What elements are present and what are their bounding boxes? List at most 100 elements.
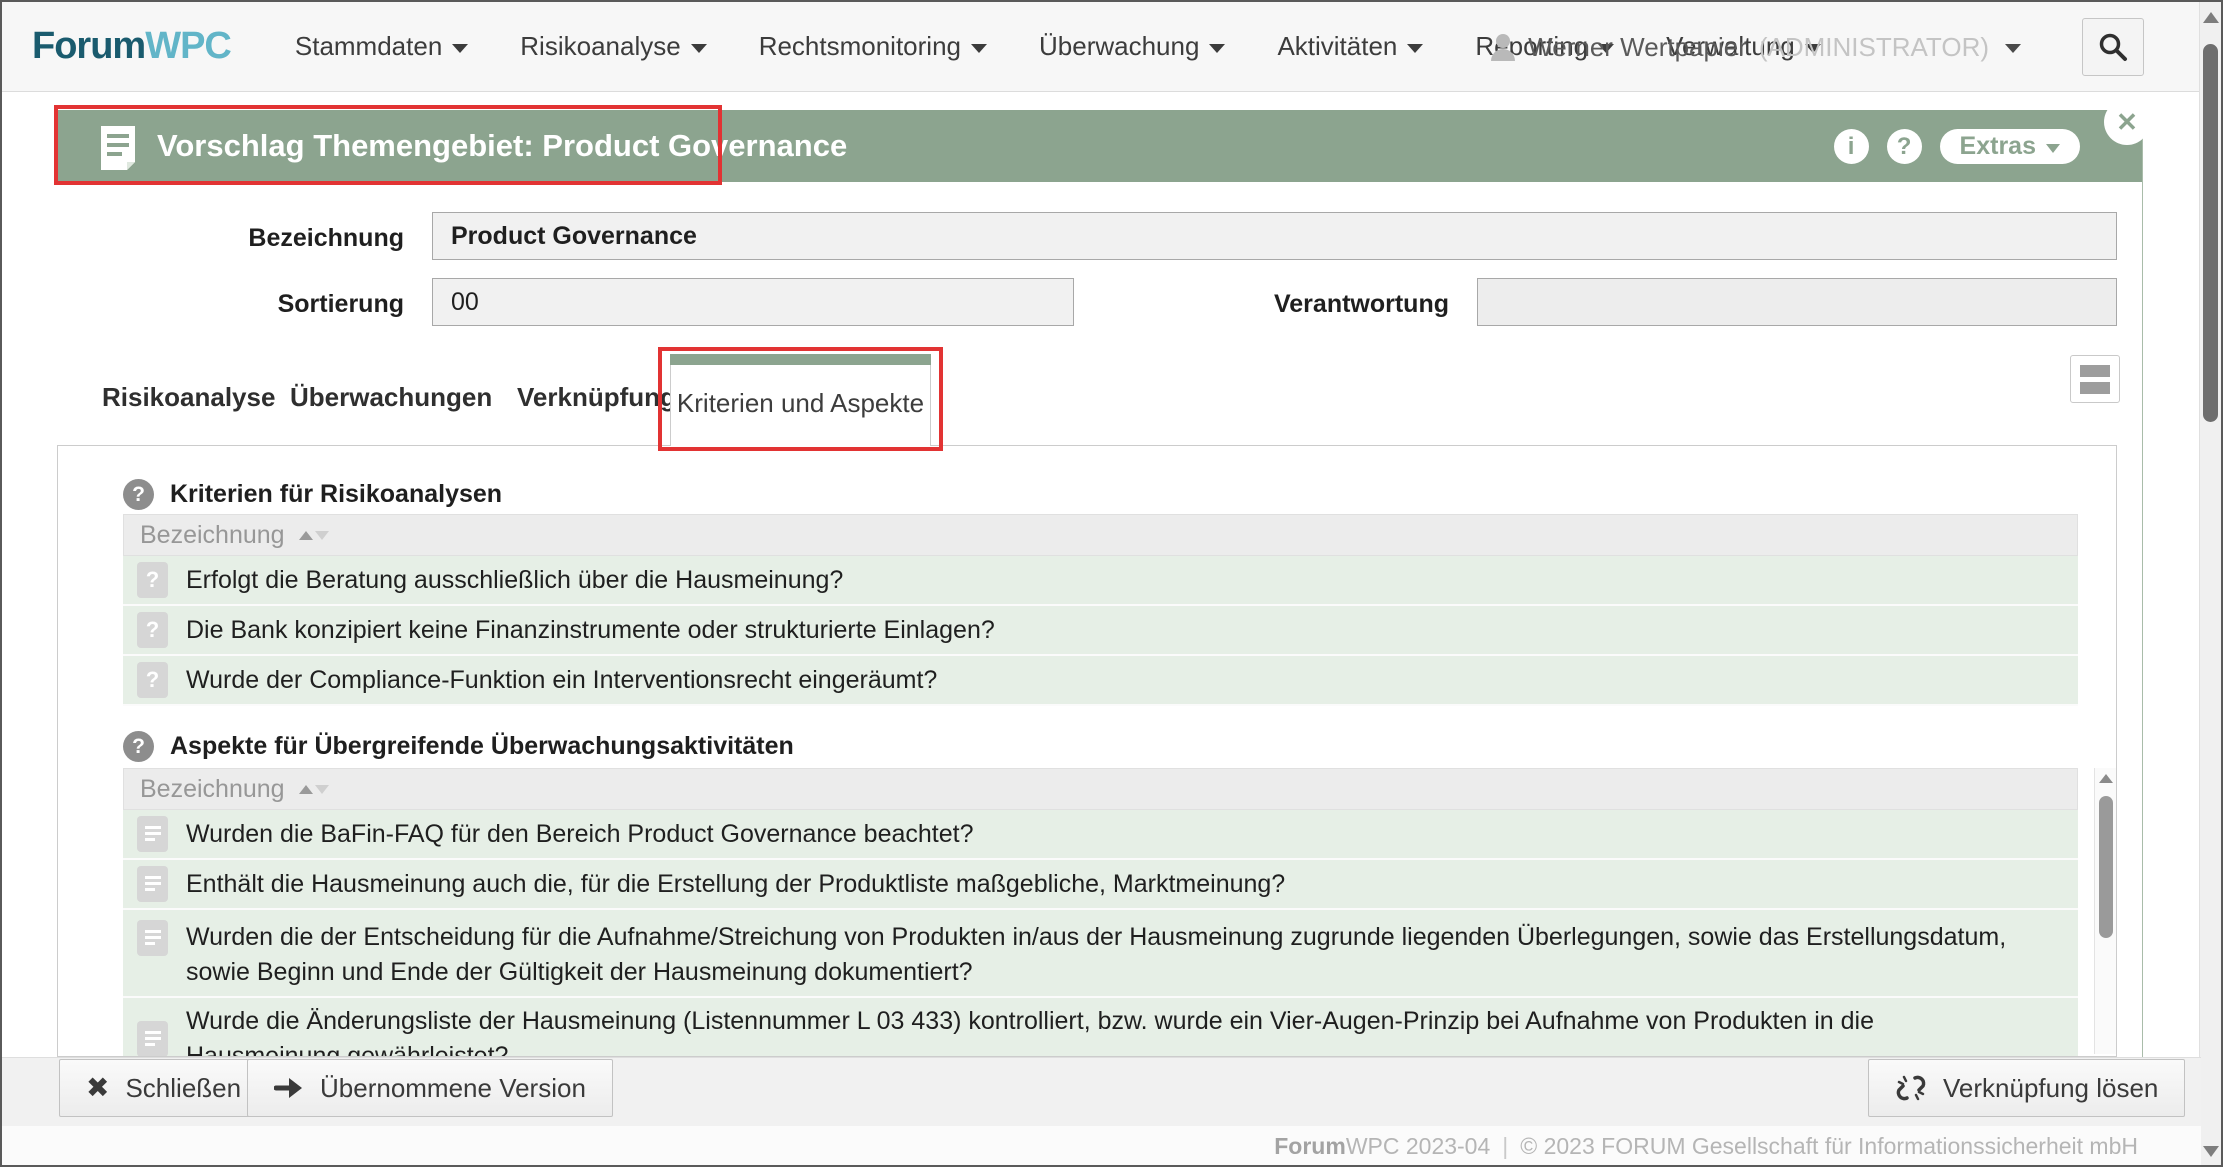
layout-toggle-button[interactable]	[2070, 355, 2120, 403]
row-label: Wurden die der Entscheidung für die Aufn…	[186, 920, 2018, 990]
question-doc-icon: ?	[137, 562, 168, 598]
menu-item-label: Stammdaten	[295, 31, 442, 62]
help-button[interactable]: ?	[1887, 129, 1922, 164]
table-row[interactable]: ? Erfolgt die Beratung ausschließlich üb…	[123, 556, 2078, 606]
chevron-down-icon	[452, 44, 468, 53]
scroll-down-icon[interactable]	[2203, 1146, 2219, 1157]
tab-ueberwachungen[interactable]: Überwachungen	[290, 382, 492, 413]
broken-link-icon	[1895, 1072, 1927, 1104]
verknuepfung-loesen-button[interactable]: Verknüpfung lösen	[1868, 1059, 2185, 1117]
document-icon	[137, 920, 168, 956]
extras-button[interactable]: Extras	[1940, 129, 2080, 164]
dialog-header-actions: i ? Extras	[1834, 129, 2080, 164]
dialog-header: Vorschlag Themengebiet: Product Governan…	[57, 110, 2142, 182]
chevron-down-icon	[691, 44, 707, 53]
uebernommene-version-label: Übernommene Version	[320, 1073, 586, 1104]
chevron-down-icon	[2046, 144, 2060, 153]
dialog-title: Vorschlag Themengebiet: Product Governan…	[157, 128, 847, 164]
row-label: Wurde der Compliance-Funktion ein Interv…	[186, 663, 937, 698]
table-row[interactable]: Wurden die der Entscheidung für die Aufn…	[123, 910, 2078, 998]
menu-item-risikoanalyse[interactable]: Risikoanalyse	[520, 31, 706, 62]
menu-item-label: Überwachung	[1039, 31, 1199, 62]
table-row[interactable]: ? Wurde der Compliance-Funktion ein Inte…	[123, 656, 2078, 706]
table-row[interactable]: Wurden die BaFin-FAQ für den Bereich Pro…	[123, 810, 2078, 860]
chevron-down-icon	[1407, 44, 1423, 53]
info-button[interactable]: i	[1834, 129, 1869, 164]
table-row[interactable]: Wurde die Änderungsliste der Hausmeinung…	[123, 998, 2078, 1057]
dialog-close-button[interactable]: ✕	[2104, 99, 2150, 145]
table-row[interactable]: ? Die Bank konzipiert keine Finanzinstru…	[123, 606, 2078, 656]
sort-icon[interactable]	[299, 785, 329, 794]
chevron-down-icon	[971, 44, 987, 53]
info-icon: i	[1848, 135, 1855, 159]
menu-item-stammdaten[interactable]: Stammdaten	[295, 31, 468, 62]
help-icon[interactable]: ?	[123, 731, 154, 762]
row-label: Wurden die BaFin-FAQ für den Bereich Pro…	[186, 817, 973, 852]
row-label: Erfolgt die Beratung ausschließlich über…	[186, 563, 843, 598]
tab-kriterien-und-aspekte[interactable]: Kriterien und Aspekte	[670, 354, 931, 446]
help-icon[interactable]: ?	[123, 479, 154, 510]
menu-item-rechtsmonitoring[interactable]: Rechtsmonitoring	[759, 31, 987, 62]
footer-text: ForumWPC 2023-04 | © 2023 FORUM Gesellscha…	[1274, 1133, 2138, 1160]
verantwortung-field[interactable]	[1477, 278, 2117, 326]
kriterien-table: Bezeichnung ? Erfolgt die Beratung aussc…	[123, 514, 2078, 706]
menu-item-ueberwachung[interactable]: Überwachung	[1039, 31, 1225, 62]
window-scrollbar[interactable]	[2199, 2, 2221, 1165]
sort-icon[interactable]	[299, 531, 329, 540]
user-name: Werner Wertpapier	[1528, 32, 1747, 63]
footer-product-version: WPC 2023-04	[1346, 1133, 1490, 1159]
bezeichnung-field[interactable]: Product Governance	[432, 212, 2117, 260]
menu-item-aktivitaeten[interactable]: Aktivitäten	[1277, 31, 1423, 62]
row-label: Die Bank konzipiert keine Finanzinstrume…	[186, 613, 995, 648]
section-kriterien-header: ? Kriterien für Risikoanalysen	[123, 479, 502, 510]
app-window: ForumWPC Stammdaten Risikoanalyse Rechts…	[0, 0, 2223, 1167]
footer-copyright: © 2023 FORUM Gesellschaft für Informatio…	[1520, 1133, 2138, 1159]
footer-separator: |	[1502, 1133, 1508, 1159]
active-tab-label: Kriterien und Aspekte	[677, 388, 924, 419]
row-label: Enthält die Hausmeinung auch die, für di…	[186, 867, 1285, 902]
table-header[interactable]: Bezeichnung	[123, 768, 2078, 810]
scrollbar-thumb[interactable]	[2099, 796, 2113, 938]
verknuepfung-loesen-label: Verknüpfung lösen	[1943, 1073, 2158, 1104]
aspekte-list-scrollbar[interactable]	[2094, 768, 2116, 1054]
extras-label: Extras	[1960, 132, 2036, 161]
bezeichnung-label: Bezeichnung	[152, 224, 404, 253]
aspekte-table: Bezeichnung Wurden die BaFin-FAQ für den…	[123, 768, 2078, 1057]
schliessen-button[interactable]: ✖ Schließen	[59, 1059, 268, 1117]
schliessen-label: Schließen	[125, 1073, 241, 1104]
logo-part-forum: Forum	[32, 25, 145, 67]
column-header-bezeichnung: Bezeichnung	[140, 775, 285, 804]
menu-item-label: Rechtsmonitoring	[759, 31, 961, 62]
uebernommene-version-button[interactable]: Übernommene Version	[247, 1059, 613, 1117]
chevron-down-icon	[1209, 44, 1225, 53]
app-logo[interactable]: ForumWPC	[32, 25, 231, 68]
help-icon: ?	[1897, 135, 1912, 159]
question-doc-icon: ?	[137, 612, 168, 648]
logo-part-wpc: WPC	[145, 25, 231, 67]
tab-risikoanalyse[interactable]: Risikoanalyse	[102, 382, 275, 413]
search-button[interactable]	[2082, 18, 2144, 76]
chevron-down-icon	[2005, 44, 2021, 53]
document-icon	[137, 866, 168, 902]
section-title: Kriterien für Risikoanalysen	[170, 480, 502, 509]
user-menu[interactable]: Werner Wertpapier (ADMINISTRATOR)	[1490, 2, 2021, 92]
footer-product-name: Forum	[1274, 1133, 1346, 1159]
menu-item-label: Aktivitäten	[1277, 31, 1397, 62]
arrow-right-icon	[274, 1075, 304, 1101]
table-header[interactable]: Bezeichnung	[123, 514, 2078, 556]
table-row[interactable]: Enthält die Hausmeinung auch die, für di…	[123, 860, 2078, 910]
row-label: Wurde die Änderungsliste der Hausmeinung…	[186, 1004, 2018, 1057]
sortierung-field[interactable]: 00	[432, 278, 1074, 326]
verantwortung-label: Verantwortung	[1197, 290, 1449, 319]
user-icon	[1490, 33, 1516, 61]
menu-item-label: Risikoanalyse	[520, 31, 680, 62]
tab-content-panel: ? Kriterien für Risikoanalysen Bezeichnu…	[57, 445, 2117, 1057]
scroll-up-icon[interactable]	[2099, 774, 2113, 783]
document-icon	[99, 124, 137, 170]
active-tab-indicator	[670, 354, 931, 365]
search-icon	[2098, 32, 2128, 62]
scrollbar-thumb[interactable]	[2203, 44, 2218, 422]
scroll-up-icon[interactable]	[2203, 12, 2219, 23]
sortierung-label: Sortierung	[152, 290, 404, 319]
close-x-icon: ✖	[86, 1074, 109, 1102]
